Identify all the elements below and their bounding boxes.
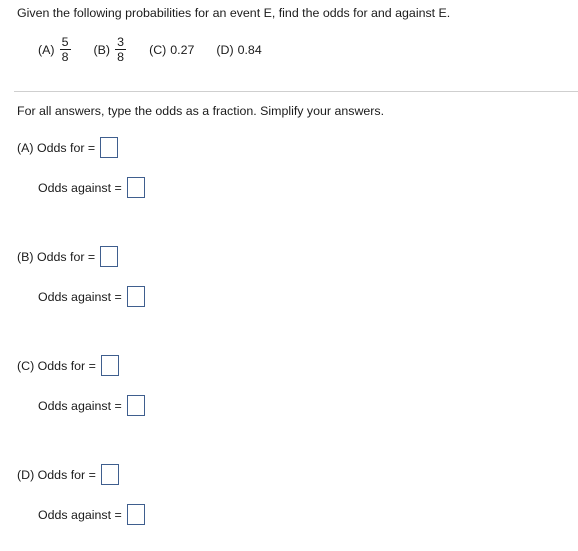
odds-for-input-b[interactable] [100, 246, 119, 267]
choice-c: (C) 0.27 [149, 43, 194, 57]
odds-for-input-c[interactable] [100, 355, 119, 376]
odds-against-label-c: Odds against = [38, 398, 122, 413]
choice-d-value: 0.84 [237, 42, 262, 57]
choice-b-label: (B) [93, 42, 111, 57]
odds-for-label-a: (A) Odds for = [17, 140, 96, 155]
odds-against-input-c[interactable] [126, 395, 145, 416]
question-prompt: Given the following probabilities for an… [17, 6, 451, 20]
odds-for-label-b: (B) Odds for = [17, 249, 96, 264]
choice-a-denominator: 8 [61, 50, 69, 65]
odds-against-row-d: Odds against = [38, 504, 145, 525]
section-divider [14, 91, 578, 92]
choice-b-denominator: 8 [117, 50, 125, 65]
odds-against-row-a: Odds against = [38, 177, 145, 198]
odds-for-label-c: (C) Odds for = [17, 358, 96, 373]
choice-list: (A) 5 8 (B) 3 8 (C) 0.27 (D) 0.84 [38, 36, 284, 64]
choice-b: (B) 3 8 [94, 36, 128, 64]
odds-against-label-a: Odds against = [38, 180, 122, 195]
odds-for-row-c: (C) Odds for = [17, 355, 119, 376]
choice-d-label: (D) [216, 42, 234, 57]
choice-a-label: (A) [38, 42, 55, 57]
odds-against-input-a[interactable] [126, 177, 145, 198]
choice-d: (D) 0.84 [216, 43, 261, 57]
choice-c-value: 0.27 [170, 42, 195, 57]
instruction-text: For all answers, type the odds as a frac… [17, 104, 385, 118]
odds-for-label-d: (D) Odds for = [17, 467, 96, 482]
choice-c-label: (C) [149, 42, 167, 57]
odds-against-row-b: Odds against = [38, 286, 145, 307]
odds-for-row-a: (A) Odds for = [17, 137, 119, 158]
odds-for-row-b: (B) Odds for = [17, 246, 119, 267]
odds-for-input-a[interactable] [100, 137, 119, 158]
odds-against-input-b[interactable] [126, 286, 145, 307]
odds-against-input-d[interactable] [126, 504, 145, 525]
choice-b-fraction: 3 8 [115, 35, 127, 65]
choice-a: (A) 5 8 [38, 36, 72, 64]
exercise-page: Given the following probabilities for an… [0, 0, 578, 551]
choice-a-numerator: 5 [61, 35, 69, 49]
odds-against-label-d: Odds against = [38, 507, 122, 522]
odds-against-row-c: Odds against = [38, 395, 145, 416]
choice-a-fraction: 5 8 [59, 35, 71, 65]
choice-b-numerator: 3 [117, 35, 125, 49]
odds-for-input-d[interactable] [100, 464, 119, 485]
odds-for-row-d: (D) Odds for = [17, 464, 119, 485]
odds-against-label-b: Odds against = [38, 289, 122, 304]
